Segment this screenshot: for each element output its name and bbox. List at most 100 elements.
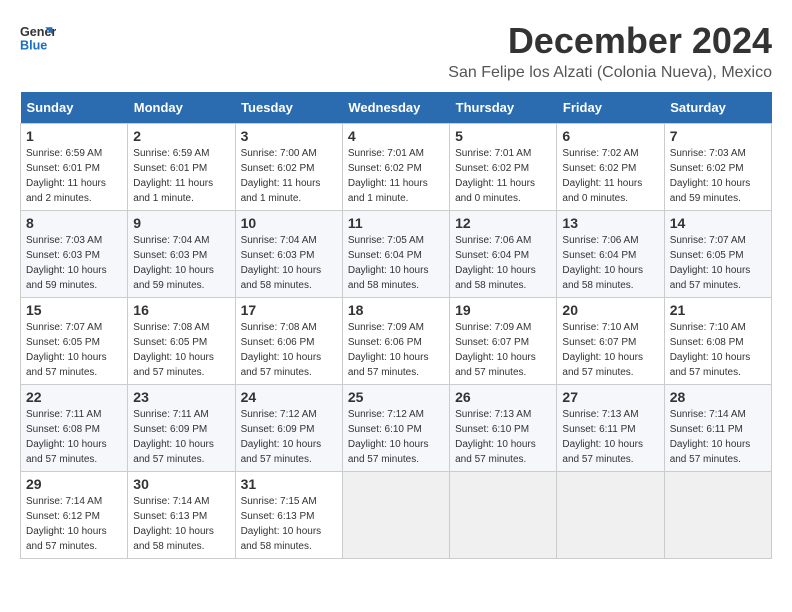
calendar-cell: 10Sunrise: 7:04 AM Sunset: 6:03 PM Dayli… [235,211,342,298]
day-number: 24 [241,389,337,405]
calendar-cell: 13 Sunrise: 7:06 AM Sunset: 6:04 PM Dayli… [557,211,664,298]
day-number: 28 [670,389,766,405]
day-number: 21 [670,302,766,318]
day-number: 7 [670,128,766,144]
day-number: 29 [26,476,122,492]
day-info: Sunrise: 7:14 AM Sunset: 6:13 PM Dayligh… [133,494,229,554]
day-number: 30 [133,476,229,492]
day-number: 20 [562,302,658,318]
calendar-cell: 4 Sunrise: 7:01 AM Sunset: 6:02 PM Daylig… [342,124,449,211]
header-friday: Friday [557,92,664,124]
week-row-3: 15 Sunrise: 7:07 AM Sunset: 6:05 PM Dayli… [21,298,772,385]
header-row: Sunday Monday Tuesday Wednesday Thursday… [21,92,772,124]
day-number: 5 [455,128,551,144]
day-info: Sunrise: 7:15 AM Sunset: 6:13 PM Dayligh… [241,494,337,554]
day-number: 14 [670,215,766,231]
logo: General Blue [20,20,56,56]
day-number: 2 [133,128,229,144]
calendar-cell [450,472,557,559]
week-row-2: 8 Sunrise: 7:03 AM Sunset: 6:03 PM Daylig… [21,211,772,298]
calendar-cell: 11Sunrise: 7:05 AM Sunset: 6:04 PM Dayli… [342,211,449,298]
day-info: Sunrise: 7:06 AM Sunset: 6:04 PM Dayligh… [562,233,658,293]
day-info: Sunrise: 7:14 AM Sunset: 6:12 PM Dayligh… [26,494,122,554]
calendar-cell: 3 Sunrise: 7:00 AM Sunset: 6:02 PM Daylig… [235,124,342,211]
calendar-cell: 31 Sunrise: 7:15 AM Sunset: 6:13 PM Dayli… [235,472,342,559]
day-number: 8 [26,215,122,231]
day-number: 11 [348,215,444,231]
calendar-cell: 8 Sunrise: 7:03 AM Sunset: 6:03 PM Daylig… [21,211,128,298]
calendar-cell: 15 Sunrise: 7:07 AM Sunset: 6:05 PM Dayli… [21,298,128,385]
calendar-cell [342,472,449,559]
day-number: 15 [26,302,122,318]
day-info: Sunrise: 7:04 AM Sunset: 6:03 PM Dayligh… [133,233,229,293]
day-number: 25 [348,389,444,405]
calendar-cell: 6 Sunrise: 7:02 AM Sunset: 6:02 PM Daylig… [557,124,664,211]
day-info: Sunrise: 7:00 AM Sunset: 6:02 PM Dayligh… [241,146,337,206]
day-info: Sunrise: 7:07 AM Sunset: 6:05 PM Dayligh… [26,320,122,380]
day-number: 3 [241,128,337,144]
calendar-cell: 22Sunrise: 7:11 AM Sunset: 6:08 PM Dayli… [21,385,128,472]
calendar-cell: 26Sunrise: 7:13 AM Sunset: 6:10 PM Dayli… [450,385,557,472]
day-info: Sunrise: 7:09 AM Sunset: 6:07 PM Dayligh… [455,320,551,380]
day-number: 12 [455,215,551,231]
day-number: 1 [26,128,122,144]
day-info: Sunrise: 7:12 AM Sunset: 6:09 PM Dayligh… [241,407,337,467]
header-monday: Monday [128,92,235,124]
day-number: 10 [241,215,337,231]
header-wednesday: Wednesday [342,92,449,124]
calendar-cell: 21 Sunrise: 7:10 AM Sunset: 6:08 PM Dayli… [664,298,771,385]
header-saturday: Saturday [664,92,771,124]
calendar-cell [664,472,771,559]
calendar-cell: 17 Sunrise: 7:08 AM Sunset: 6:06 PM Dayli… [235,298,342,385]
calendar-cell: 14 Sunrise: 7:07 AM Sunset: 6:05 PM Dayli… [664,211,771,298]
day-info: Sunrise: 7:03 AM Sunset: 6:02 PM Dayligh… [670,146,766,206]
calendar-cell: 5Sunrise: 7:01 AM Sunset: 6:02 PM Daylig… [450,124,557,211]
day-number: 18 [348,302,444,318]
calendar-cell: 19 Sunrise: 7:09 AM Sunset: 6:07 PM Dayli… [450,298,557,385]
calendar-cell: 18 Sunrise: 7:09 AM Sunset: 6:06 PM Dayli… [342,298,449,385]
day-info: Sunrise: 7:10 AM Sunset: 6:07 PM Dayligh… [562,320,658,380]
day-number: 31 [241,476,337,492]
calendar-cell: 25 Sunrise: 7:12 AM Sunset: 6:10 PM Dayli… [342,385,449,472]
day-info: Sunrise: 7:09 AM Sunset: 6:06 PM Dayligh… [348,320,444,380]
svg-text:Blue: Blue [20,39,47,53]
calendar-cell: 20 Sunrise: 7:10 AM Sunset: 6:07 PM Dayli… [557,298,664,385]
day-number: 19 [455,302,551,318]
day-number: 4 [348,128,444,144]
calendar-cell: 16 Sunrise: 7:08 AM Sunset: 6:05 PM Dayli… [128,298,235,385]
calendar-table: Sunday Monday Tuesday Wednesday Thursday… [20,92,772,559]
day-number: 6 [562,128,658,144]
day-info: Sunrise: 7:07 AM Sunset: 6:05 PM Dayligh… [670,233,766,293]
day-number: 23 [133,389,229,405]
day-info: Sunrise: 7:11 AM Sunset: 6:09 PM Dayligh… [133,407,229,467]
header-tuesday: Tuesday [235,92,342,124]
day-info: Sunrise: 7:12 AM Sunset: 6:10 PM Dayligh… [348,407,444,467]
day-info: Sunrise: 6:59 AM Sunset: 6:01 PM Dayligh… [26,146,122,206]
day-info: Sunrise: 7:01 AM Sunset: 6:02 PM Dayligh… [348,146,444,206]
day-info: Sunrise: 7:10 AM Sunset: 6:08 PM Dayligh… [670,320,766,380]
calendar-cell: 1 Sunrise: 6:59 AM Sunset: 6:01 PM Daylig… [21,124,128,211]
day-info: Sunrise: 7:13 AM Sunset: 6:11 PM Dayligh… [562,407,658,467]
calendar-cell: 28Sunrise: 7:14 AM Sunset: 6:11 PM Dayli… [664,385,771,472]
title-section: December 2024 San Felipe los Alzati (Col… [448,20,772,82]
calendar-cell: 2Sunrise: 6:59 AM Sunset: 6:01 PM Daylig… [128,124,235,211]
header-thursday: Thursday [450,92,557,124]
day-number: 17 [241,302,337,318]
day-info: Sunrise: 7:02 AM Sunset: 6:02 PM Dayligh… [562,146,658,206]
calendar-cell: 9 Sunrise: 7:04 AM Sunset: 6:03 PM Daylig… [128,211,235,298]
calendar-cell: 12Sunrise: 7:06 AM Sunset: 6:04 PM Dayli… [450,211,557,298]
day-number: 13 [562,215,658,231]
day-info: Sunrise: 7:08 AM Sunset: 6:06 PM Dayligh… [241,320,337,380]
day-number: 16 [133,302,229,318]
week-row-4: 22Sunrise: 7:11 AM Sunset: 6:08 PM Dayli… [21,385,772,472]
calendar-cell: 7 Sunrise: 7:03 AM Sunset: 6:02 PM Daylig… [664,124,771,211]
header-sunday: Sunday [21,92,128,124]
week-row-5: 29 Sunrise: 7:14 AM Sunset: 6:12 PM Dayli… [21,472,772,559]
day-number: 26 [455,389,551,405]
calendar-cell: 29 Sunrise: 7:14 AM Sunset: 6:12 PM Dayli… [21,472,128,559]
day-info: Sunrise: 7:11 AM Sunset: 6:08 PM Dayligh… [26,407,122,467]
day-info: Sunrise: 7:03 AM Sunset: 6:03 PM Dayligh… [26,233,122,293]
logo-icon: General Blue [20,20,56,56]
day-info: Sunrise: 7:08 AM Sunset: 6:05 PM Dayligh… [133,320,229,380]
day-number: 9 [133,215,229,231]
